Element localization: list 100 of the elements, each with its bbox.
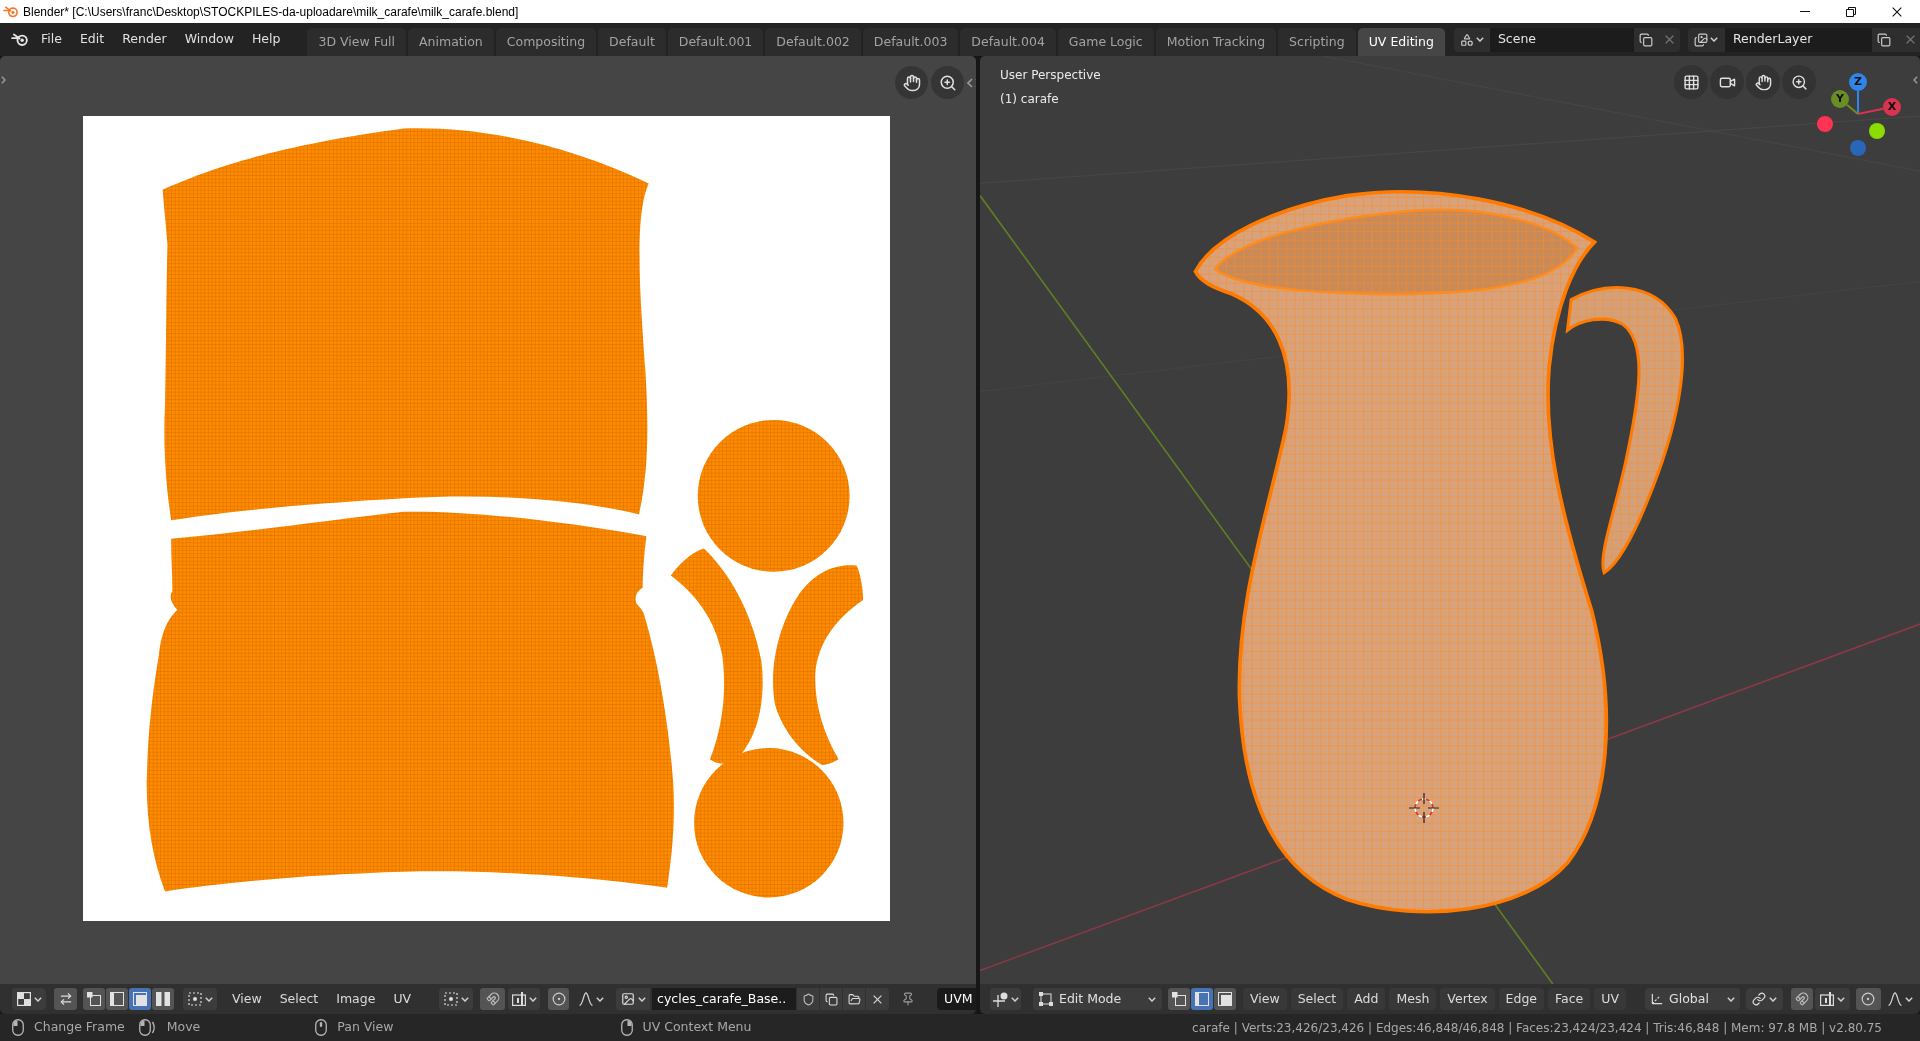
- new-view-layer-button[interactable]: [1871, 27, 1897, 52]
- workspace-tab[interactable]: Animation: [408, 28, 494, 56]
- axis-button[interactable]: Z: [1849, 73, 1867, 91]
- menu-item[interactable]: View: [1243, 988, 1287, 1010]
- select-mode-button[interactable]: [106, 988, 128, 1010]
- workspace-tab[interactable]: Game Logic: [1057, 28, 1154, 56]
- workspace-tab[interactable]: Compositing: [495, 28, 597, 56]
- zoom-view-button[interactable]: [1782, 65, 1816, 99]
- pan-view-button[interactable]: [895, 66, 928, 99]
- menu-item[interactable]: UV: [1594, 988, 1626, 1010]
- workspace-tab[interactable]: 3D View Full: [307, 28, 406, 56]
- chevron-down-icon: [204, 996, 213, 1002]
- close-icon: [1905, 35, 1915, 44]
- select-mode-button[interactable]: [152, 988, 174, 1010]
- new-image-button[interactable]: [820, 988, 843, 1010]
- view-layer-field[interactable]: RenderLayer: [1724, 27, 1872, 52]
- chevron-down-icon: [595, 996, 604, 1002]
- menu-item[interactable]: Add: [1347, 988, 1386, 1010]
- select-mode-button[interactable]: [1214, 988, 1236, 1010]
- filled-square-icon: [133, 992, 147, 1006]
- zoom-icon: [1790, 73, 1808, 91]
- axis-button[interactable]: Y: [1831, 90, 1849, 108]
- close-icon: [1892, 6, 1902, 17]
- arrows-icon: [58, 992, 73, 1006]
- menu-item[interactable]: Render: [113, 27, 176, 52]
- chevron-down-icon: [1837, 996, 1845, 1002]
- camera-view-button[interactable]: [1710, 65, 1744, 99]
- view-layer-dropdown[interactable]: [1687, 27, 1725, 52]
- snap-element-dropdown[interactable]: [1815, 988, 1850, 1010]
- workspace-tab[interactable]: Scripting: [1278, 28, 1356, 56]
- menu-item[interactable]: Vertex: [1440, 988, 1495, 1010]
- pivot-point-dropdown[interactable]: [1746, 988, 1783, 1010]
- workspace-tab[interactable]: Default.003: [862, 28, 959, 56]
- app-logo-icon[interactable]: [11, 32, 29, 47]
- menu-item[interactable]: Select: [1290, 988, 1344, 1010]
- menu-item[interactable]: Help: [242, 27, 290, 52]
- magnet-icon: [485, 992, 500, 1006]
- snap-toggle[interactable]: [1791, 988, 1813, 1010]
- workspace-tab[interactable]: UV Editing: [1357, 28, 1445, 56]
- axis-button[interactable]: X: [1883, 98, 1901, 116]
- checker-icon: [16, 992, 31, 1006]
- chevron-left-icon[interactable]: [1913, 76, 1918, 84]
- menu-item[interactable]: Window: [175, 27, 243, 52]
- menu-item[interactable]: Select: [271, 988, 327, 1010]
- perspective-toggle-button[interactable]: [1674, 65, 1708, 99]
- selection-mode-dropdown[interactable]: [183, 988, 217, 1010]
- workspace-tab[interactable]: Default.001: [667, 28, 764, 56]
- menu-item[interactable]: File: [32, 27, 71, 52]
- chevron-down-icon: [637, 996, 646, 1002]
- unlink-image-button[interactable]: [866, 988, 890, 1010]
- orientation-dropdown[interactable]: Global: [1645, 988, 1740, 1010]
- menu-item[interactable]: Mesh: [1389, 988, 1437, 1010]
- dotted-square-icon: [187, 992, 202, 1006]
- new-scene-button[interactable]: [1633, 27, 1659, 52]
- chevron-down-icon: [33, 996, 42, 1002]
- tool-settings-dropdown[interactable]: [990, 988, 1021, 1010]
- image-name-field[interactable]: cycles_carafe_Base..: [652, 988, 797, 1010]
- delete-scene-button[interactable]: [1658, 27, 1680, 52]
- select-mode-button[interactable]: [129, 988, 151, 1010]
- delete-view-layer-button[interactable]: [1896, 27, 1920, 52]
- workspace-tab[interactable]: Default: [598, 28, 666, 56]
- image-browse-dropdown[interactable]: [616, 988, 651, 1010]
- workspace-tab[interactable]: Default.002: [765, 28, 861, 56]
- mode-dropdown[interactable]: Edit Mode: [1033, 988, 1162, 1010]
- scene-dropdown[interactable]: [1453, 27, 1490, 52]
- pivot-dropdown[interactable]: [439, 988, 474, 1010]
- zoom-view-button[interactable]: [931, 66, 964, 99]
- proportional-toggle[interactable]: [1856, 988, 1881, 1010]
- menu-item[interactable]: Edge: [1498, 988, 1544, 1010]
- open-image-button[interactable]: [843, 988, 866, 1010]
- chevron-right-icon[interactable]: [1, 76, 6, 84]
- select-mode-button[interactable]: [83, 988, 105, 1010]
- fake-user-button[interactable]: [797, 988, 820, 1010]
- left-right-chevrons-icon[interactable]: [967, 77, 976, 88]
- sync-selection-button[interactable]: [54, 988, 77, 1010]
- workspace-tab[interactable]: Default.004: [960, 28, 1056, 56]
- pan-view-button[interactable]: [1746, 65, 1780, 99]
- select-mode-button[interactable]: [1191, 988, 1213, 1010]
- copy-icon: [1877, 32, 1892, 47]
- select-mode-button[interactable]: [1168, 988, 1190, 1010]
- workspace-tab[interactable]: Motion Tracking: [1155, 28, 1277, 56]
- uv-map-field[interactable]: UVM: [937, 988, 976, 1010]
- mouse-icon: [138, 1019, 157, 1036]
- snap-element-dropdown[interactable]: [508, 988, 541, 1010]
- menu-item[interactable]: Edit: [70, 27, 114, 52]
- close-icon: [873, 994, 883, 1004]
- menu-item[interactable]: View: [224, 988, 270, 1010]
- window-title: Blender* [C:\Users\franc\Desktop\STOCKPILES-da-uploadare\milk_carafe\milk_carafe.blend]: [23, 3, 519, 21]
- scene-field[interactable]: Scene: [1489, 27, 1634, 52]
- menu-item[interactable]: Image: [328, 988, 384, 1010]
- proportional-toggle[interactable]: [548, 988, 570, 1010]
- editor-type-dropdown[interactable]: [12, 988, 46, 1010]
- images-icon: [1694, 32, 1709, 47]
- snap-toggle[interactable]: [480, 988, 506, 1010]
- square-side-icon: [1195, 992, 1209, 1006]
- square-side-icon: [110, 992, 124, 1006]
- chevron-down-icon: [1727, 996, 1735, 1002]
- mouse-icon: [620, 1019, 633, 1036]
- menu-item[interactable]: Face: [1548, 988, 1591, 1010]
- menu-item[interactable]: UV: [385, 988, 420, 1010]
